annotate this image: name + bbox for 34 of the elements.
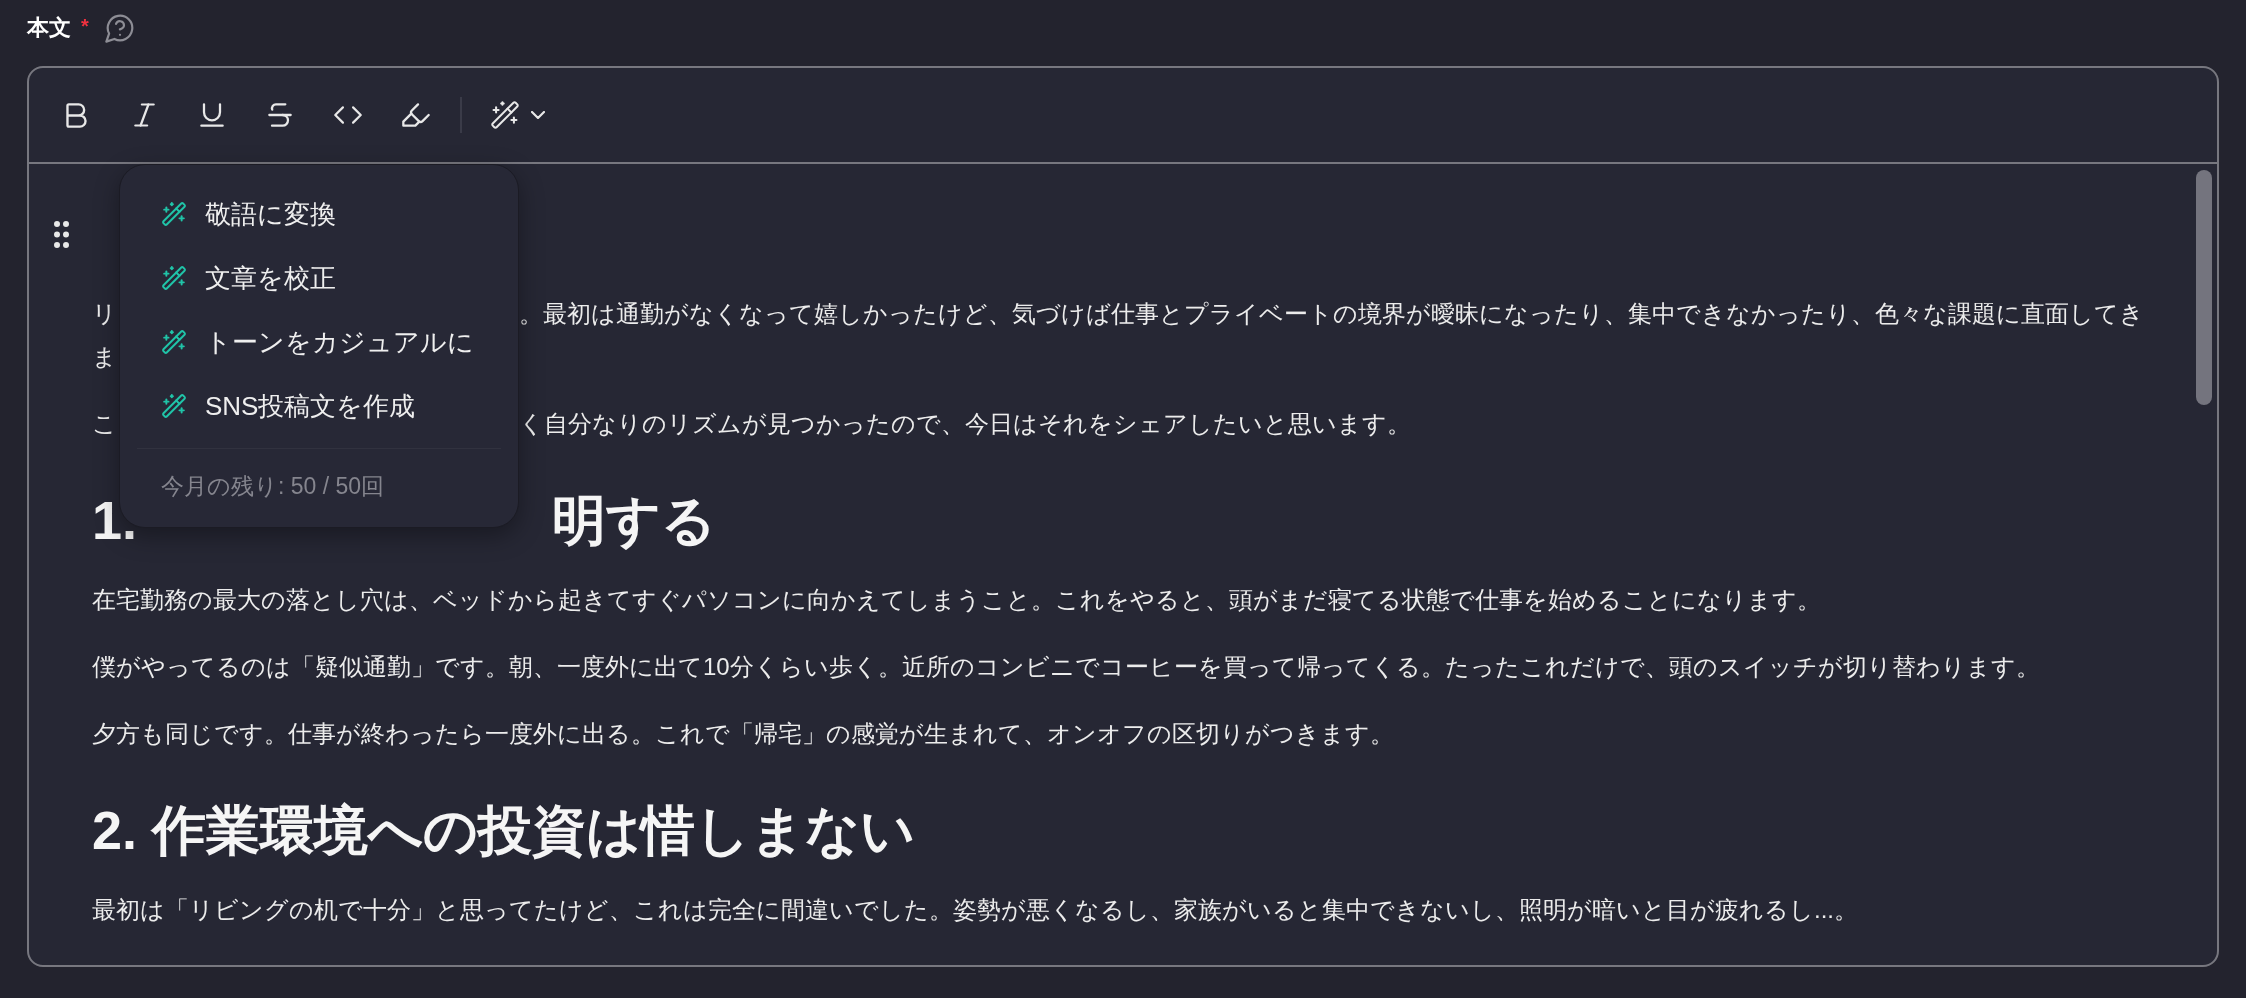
required-mark: * (81, 16, 89, 36)
highlighter-icon (402, 103, 430, 127)
magic-wand-icon (162, 394, 186, 418)
heading-text: 2. 作業環境への投資は惜しまない (92, 799, 916, 862)
menu-item[interactable]: SNS投稿文を作成 (120, 374, 518, 438)
paragraph-text: 。最初は通勤がなくなって嬉しかったけど、気づけば仕事とプライベートの境界が曖昧になったり、集中できなかったり、色々な課題に直面してき (519, 299, 2144, 329)
menu-item[interactable]: 敬語に変換 (120, 182, 518, 246)
paragraph-text: リ (92, 300, 117, 327)
magic-wand-icon (162, 266, 186, 290)
heading-text: 明する (552, 489, 716, 552)
code-icon (334, 106, 362, 124)
magic-wand-icon (162, 330, 186, 354)
field-label: 本文 (27, 14, 71, 42)
bold-icon (65, 102, 87, 128)
chevron-down-icon (531, 111, 545, 119)
paragraph-text: こ (92, 410, 117, 437)
paragraph-text: ま (92, 343, 117, 370)
scrollbar-thumb[interactable] (2196, 170, 2212, 405)
italic-icon (133, 103, 155, 127)
heading-text: 1. (92, 490, 138, 550)
menu-item[interactable]: トーンをカジュアルに (120, 310, 518, 374)
grip-dots-icon[interactable] (54, 221, 69, 248)
quota-text: 今月の残り: 50 / 50回 (161, 472, 385, 501)
paragraph-text: 在宅勤務の最大の落とし穴は、ベッドから起きてすぐパソコンに向かえてしまうこと。これをやると、頭がまだ寝てる状態で仕事を始めることになります。 (92, 585, 1821, 615)
paragraph-text: 僕がやってるのは「疑似通勤」です。朝、一度外に出て10分くらい歩く。近所のコンビニでコーヒーを買って帰ってくる。たったこれだけで、頭のスイッチが切り替わります。 (92, 652, 2040, 682)
menu-item[interactable]: 文章を校正 (120, 246, 518, 310)
paragraph-text: く自分なりのリズムが見つかったので、今日はそれをシェアしたいと思います。 (519, 409, 1411, 439)
magic-wand-icon (491, 101, 519, 129)
magic-wand-icon (162, 202, 186, 226)
paragraph-text: 最初は「リビングの机で十分」と思ってたけど、これは完全に間違いでした。姿勢が悪くなるし、家族がいると集中できないし、照明が暗いと目が疲れるし...。 (92, 895, 1858, 925)
paragraph-text: 夕方も同じです。仕事が終わったら一度外に出る。これで「帰宅」の感覚が生まれて、オンオフの区切りがつきます。 (92, 719, 1394, 749)
underline-icon (200, 103, 224, 127)
strikethrough-icon (268, 103, 292, 127)
help-icon[interactable] (104, 13, 135, 43)
